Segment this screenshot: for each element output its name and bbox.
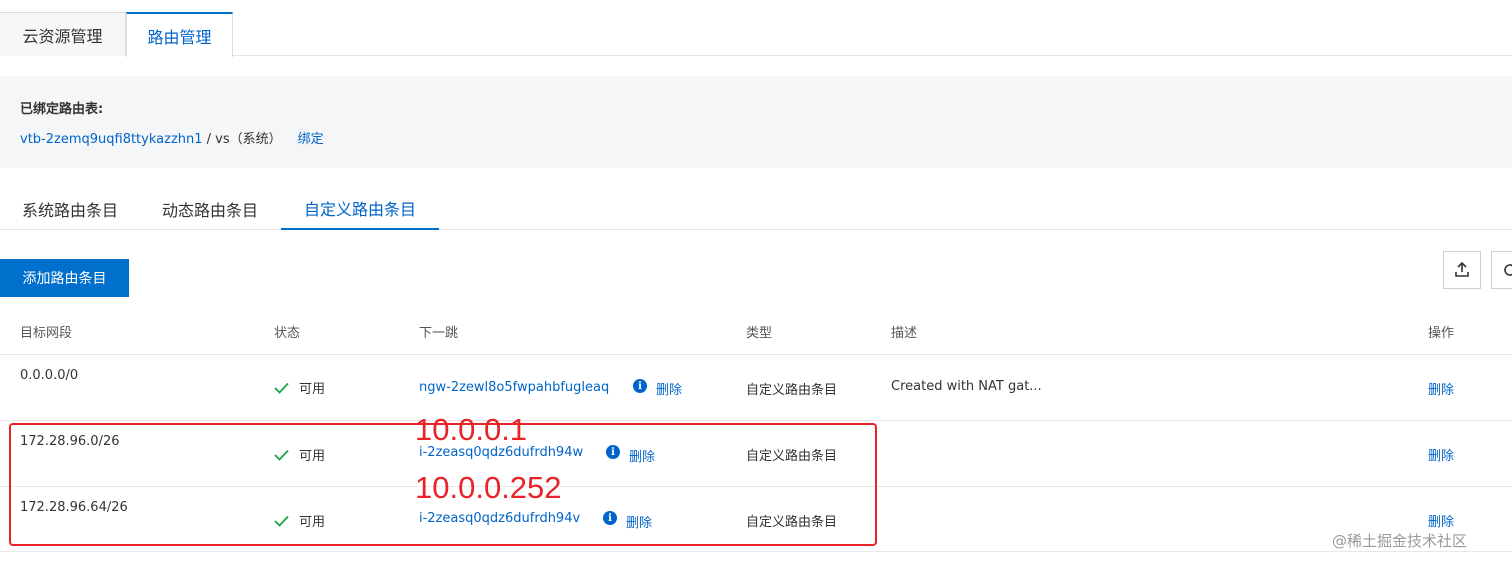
- tab-system-route-entries[interactable]: 系统路由条目: [0, 188, 140, 230]
- delete-row-link[interactable]: 删除: [1428, 379, 1454, 398]
- top-tabs: 云资源管理 路由管理: [0, 0, 1512, 57]
- bound-route-table-label: 已绑定路由表:: [20, 102, 104, 117]
- cell-cidr: 0.0.0.0/0: [20, 368, 79, 383]
- cell-description: Created with NAT gat...: [891, 379, 1042, 394]
- watermark: @稀土掘金技术社区: [1332, 532, 1468, 550]
- delete-row-link[interactable]: 删除: [1428, 445, 1454, 464]
- bound-route-table-panel: [0, 76, 1512, 168]
- tab-cloud-resource-management[interactable]: 云资源管理: [0, 12, 126, 56]
- export-icon: [1455, 261, 1469, 277]
- delete-next-hop-link[interactable]: 删除: [656, 379, 682, 398]
- header-next-hop: 下一跳: [419, 326, 459, 341]
- row-divider: [0, 354, 1512, 355]
- header-target-cidr: 目标网段: [20, 326, 73, 341]
- add-route-entry-button[interactable]: 添加路由条目: [0, 259, 129, 297]
- route-entry-tabs: 系统路由条目 动态路由条目 自定义路由条目: [0, 188, 1512, 230]
- tab-custom-route-entries[interactable]: 自定义路由条目: [281, 188, 439, 230]
- header-description: 描述: [891, 326, 918, 341]
- refresh-icon: [1504, 264, 1512, 276]
- header-type: 类型: [746, 326, 773, 341]
- status-label: 可用: [299, 382, 326, 397]
- tab-route-management[interactable]: 路由管理: [126, 12, 233, 57]
- info-icon[interactable]: i: [633, 379, 647, 393]
- annotation-ip-2: 10.0.0.252: [415, 470, 562, 505]
- status-available: 可用: [274, 378, 325, 397]
- cell-type: 自定义路由条目: [746, 383, 838, 398]
- row-divider: [0, 420, 1512, 421]
- refresh-button[interactable]: [1491, 251, 1512, 289]
- route-table-id-link[interactable]: vtb-2zemq9uqfi8ttykazzhn1: [20, 132, 203, 147]
- bind-link[interactable]: 绑定: [298, 132, 324, 147]
- delete-row-link[interactable]: 删除: [1428, 511, 1454, 530]
- tab-dynamic-route-entries[interactable]: 动态路由条目: [140, 188, 280, 230]
- annotation-ip-1: 10.0.0.1: [415, 412, 528, 447]
- bound-route-table-line: vtb-2zemq9uqfi8ttykazzhn1 / vs（系统） 绑定: [20, 128, 324, 147]
- check-icon: [274, 382, 289, 394]
- row-divider: [0, 551, 1512, 552]
- header-status: 状态: [274, 326, 301, 341]
- next-hop-link[interactable]: ngw-2zewl8o5fwpahbfugleaq: [419, 380, 609, 395]
- header-actions: 操作: [1428, 326, 1455, 341]
- export-button[interactable]: [1443, 251, 1481, 289]
- route-table-suffix: / vs（系统）: [202, 132, 282, 147]
